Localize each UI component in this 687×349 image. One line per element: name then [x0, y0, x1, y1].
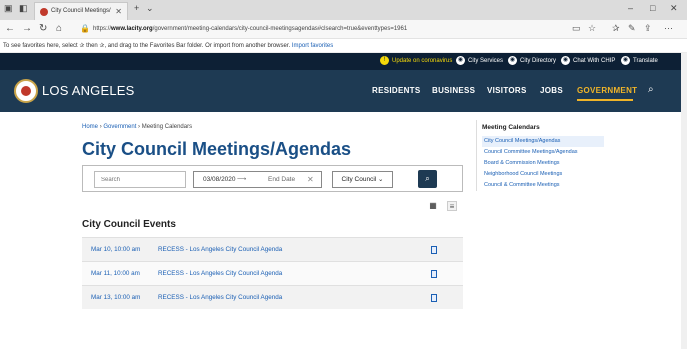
start-date-value[interactable]: 03/08/2020 — [203, 172, 236, 187]
maximize-icon[interactable]: □ — [650, 3, 655, 13]
breadcrumb-separator: › — [138, 124, 141, 130]
nav-visitors[interactable]: VISITORS — [487, 86, 527, 95]
nav-residents[interactable]: RESIDENTS — [372, 86, 421, 95]
lock-icon: 🔒 — [80, 24, 90, 33]
event-row: Mar 11, 10:00 am RECESS - Los Angeles Ci… — [82, 261, 463, 285]
filter-bar: 03/08/2020 ⟶ End Date ✕ City Council ⌄ ⌕ — [82, 165, 463, 192]
sidebar-item-neighborhood[interactable]: Neighborhood Council Meetings — [482, 169, 604, 180]
active-nav-underline — [577, 99, 633, 101]
event-date[interactable]: Mar 11, 10:00 am — [91, 262, 140, 286]
event-title-link[interactable]: RECESS - Los Angeles City Council Agenda — [158, 286, 282, 310]
sidebar-item-board-commission[interactable]: Board & Commission Meetings — [482, 158, 604, 169]
directory-icon: ◉ — [508, 55, 517, 65]
breadcrumb-current: Meeting Calendars — [141, 124, 193, 130]
city-services-label: City Services — [468, 58, 504, 64]
date-range-picker[interactable]: 03/08/2020 ⟶ End Date ✕ — [193, 171, 322, 188]
sidebar-item-council-committee[interactable]: Council & Committee Meetings — [482, 180, 604, 191]
breadcrumb-separator: › — [99, 124, 102, 130]
import-favorites-link[interactable]: Import favorites — [292, 43, 333, 49]
address-bar-row: ← → ↻ ⌂ 🔒 https://www.lacity.org/governm… — [0, 20, 687, 39]
event-row: Mar 13, 10:00 am RECESS - Los Angeles Ci… — [82, 285, 463, 309]
nav-government[interactable]: GOVERNMENT — [577, 86, 637, 95]
site-favicon-icon — [40, 8, 48, 16]
translate-icon: ◉ — [621, 55, 630, 65]
more-menu-icon[interactable]: ⋯ — [664, 23, 673, 34]
sidebar-item-city-council[interactable]: City Council Meetings/Agendas — [482, 136, 604, 147]
range-arrow-icon: ⟶ — [237, 176, 247, 183]
share-icon[interactable]: ⇪ — [644, 23, 652, 34]
window-close-icon[interactable]: ✕ — [670, 3, 678, 14]
main-navigation: LOS ANGELES RESIDENTS BUSINESS VISITORS … — [0, 70, 687, 112]
nav-jobs[interactable]: JOBS — [540, 86, 563, 95]
sidebar-title: Meeting Calendars — [482, 124, 540, 131]
reading-view-icon[interactable]: ▭ — [572, 23, 581, 34]
tab-actions-icon[interactable]: ▣ — [4, 3, 13, 14]
url-field[interactable]: https://www.lacity.org/government/meetin… — [93, 22, 563, 37]
nav-search-icon[interactable]: ⌕ — [648, 84, 654, 95]
event-title-link[interactable]: RECESS - Los Angeles City Council Agenda — [158, 262, 282, 286]
alert-icon: ! — [380, 55, 389, 65]
page-title: City Council Meetings/Agendas — [82, 139, 352, 159]
search-input[interactable] — [94, 171, 186, 188]
refresh-icon[interactable]: ↻ — [39, 23, 47, 34]
notes-pen-icon[interactable]: ✎ — [628, 23, 636, 34]
agenda-document-icon[interactable] — [431, 294, 437, 302]
grid-view-icon[interactable]: ▦ — [428, 201, 438, 211]
page-scrollbar[interactable] — [681, 53, 687, 349]
translate-label: Translate — [633, 58, 658, 64]
minimize-icon[interactable]: – — [628, 3, 633, 13]
chat-icon: ◉ — [561, 55, 570, 65]
close-tab-icon[interactable]: ✕ — [115, 3, 122, 20]
favorites-hub-icon[interactable]: ✰ — [612, 23, 620, 34]
city-directory-link[interactable]: ◉ City Directory — [508, 53, 556, 70]
home-icon[interactable]: ⌂ — [56, 23, 62, 34]
end-date-field[interactable]: End Date — [268, 172, 295, 187]
chat-link[interactable]: ◉ Chat With CHIP — [561, 53, 615, 70]
events-heading: City Council Events — [82, 219, 176, 230]
city-seal-logo[interactable] — [14, 79, 38, 103]
coronavirus-update-link[interactable]: ! Update on coronavirus — [380, 53, 452, 70]
tab-back-icon[interactable]: ◧ — [19, 3, 28, 14]
breadcrumb-home[interactable]: Home — [82, 124, 98, 130]
favorites-message: To see favorites here, select ✰ then ✰, … — [3, 43, 291, 49]
event-title-link[interactable]: RECESS - Los Angeles City Council Agenda — [158, 238, 282, 262]
agenda-document-icon[interactable] — [431, 270, 437, 278]
favorites-bar: To see favorites here, select ✰ then ✰, … — [0, 39, 687, 53]
nav-business[interactable]: BUSINESS — [432, 86, 475, 95]
council-select[interactable]: City Council ⌄ — [332, 171, 393, 188]
url-domain: www.lacity.org — [111, 26, 153, 32]
agenda-document-icon[interactable] — [431, 246, 437, 254]
forward-arrow-icon[interactable]: → — [22, 23, 32, 34]
list-view-icon[interactable]: ≡ — [447, 201, 457, 211]
back-arrow-icon[interactable]: ← — [5, 23, 15, 34]
events-list: Mar 10, 10:00 am RECESS - Los Angeles Ci… — [82, 237, 463, 309]
event-date[interactable]: Mar 13, 10:00 am — [91, 286, 140, 310]
coronavirus-update-label: Update on coronavirus — [392, 58, 453, 64]
city-services-icon: ◉ — [456, 55, 465, 65]
new-tab-icon[interactable]: + — [134, 3, 139, 13]
browser-tab[interactable]: City Council Meetings/ ✕ — [34, 2, 128, 20]
tab-title: City Council Meetings/ — [51, 8, 111, 14]
event-date[interactable]: Mar 10, 10:00 am — [91, 238, 140, 262]
clear-date-icon[interactable]: ✕ — [307, 172, 314, 187]
city-directory-label: City Directory — [520, 58, 557, 64]
event-row: Mar 10, 10:00 am RECESS - Los Angeles Ci… — [82, 237, 463, 261]
city-services-link[interactable]: ◉ City Services — [456, 53, 503, 70]
sidebar-item-committee[interactable]: Council Committee Meetings/Agendas — [482, 147, 604, 158]
sidebar: Meeting Calendars City Council Meetings/… — [476, 120, 604, 191]
tab-list-chevron-icon[interactable]: ⌄ — [146, 3, 154, 14]
url-path: /government/meeting-calendars/city-counc… — [152, 26, 408, 32]
search-button[interactable]: ⌕ — [418, 170, 437, 188]
search-icon: ⌕ — [425, 174, 430, 183]
url-prefix: https:// — [93, 26, 112, 32]
breadcrumb: Home › Government › Meeting Calendars — [82, 124, 192, 130]
site-name[interactable]: LOS ANGELES — [42, 83, 135, 98]
translate-link[interactable]: ◉ Translate — [621, 53, 658, 70]
browser-tab-bar: ▣ ◧ City Council Meetings/ ✕ + ⌄ – □ ✕ — [0, 0, 687, 20]
favorite-star-icon[interactable]: ☆ — [588, 23, 596, 34]
breadcrumb-government[interactable]: Government — [103, 124, 136, 130]
chat-label: Chat With CHIP — [573, 58, 616, 64]
utility-bar: ! Update on coronavirus ◉ City Services ◉ C… — [0, 53, 687, 70]
